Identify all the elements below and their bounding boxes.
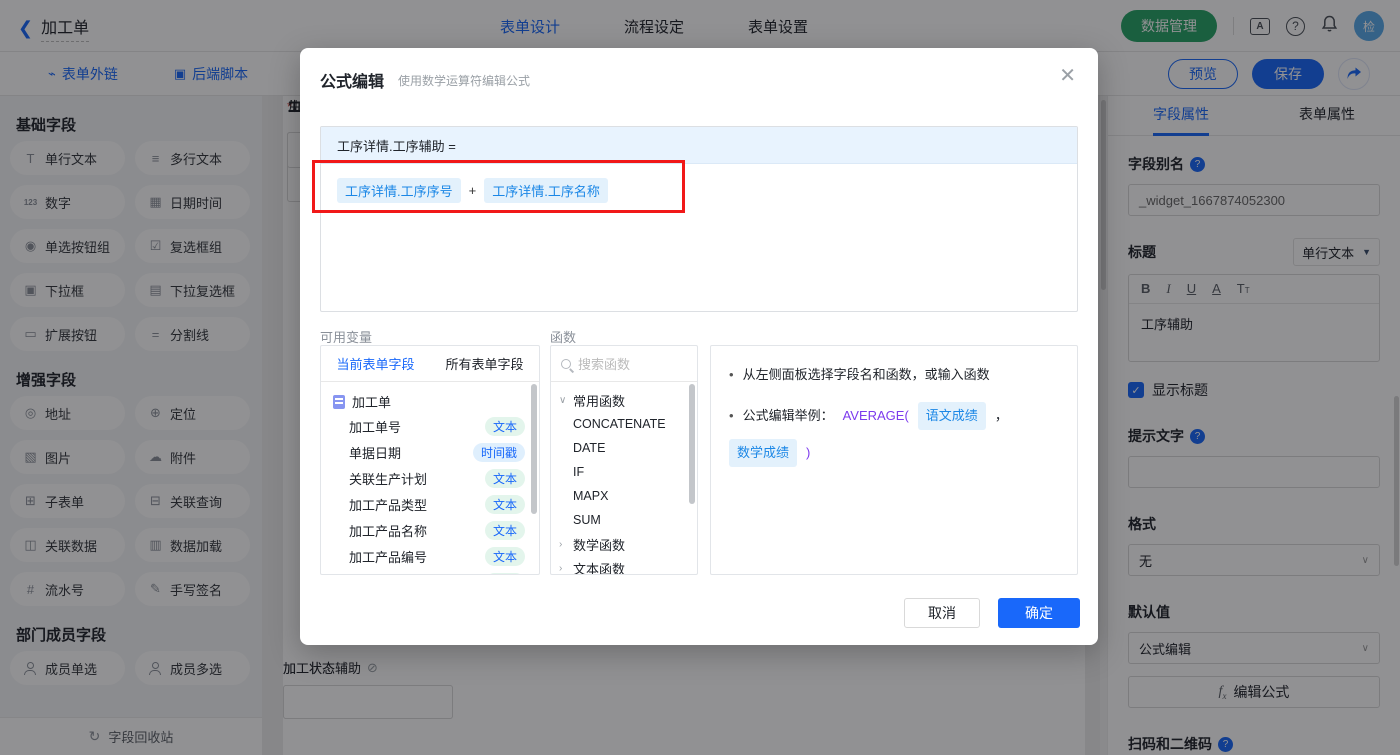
function-list: ∨ 常用函数 CONCATENATE DATE IF MAPX SUM › 数学函数 <box>551 382 697 575</box>
function-search-placeholder: 搜索函数 <box>578 357 631 372</box>
variable-name: 加工产品名称 <box>349 523 428 539</box>
function-group-name: 文本函数 <box>573 561 626 575</box>
function-items: CONCATENATE DATE IF MAPX SUM <box>551 412 697 532</box>
variable-rows: 加工单号 文本 单据日期 时间戳 关联生产计划 文本 加工产品类型 文本 加工产… <box>321 413 539 574</box>
variable-name: 单据日期 <box>349 445 402 461</box>
variable-row[interactable]: 加工产品类型 文本 <box>321 491 539 517</box>
variable-row[interactable]: 关联生产计划 文本 <box>321 465 539 491</box>
hint-arg-chip: 语文成绩 <box>917 402 986 430</box>
functions-panel: 搜索函数 ∨ 常用函数 CONCATENATEDATEIFMAPXSUM <box>550 345 698 575</box>
hint-arg-chip: 数学成绩 <box>729 439 798 467</box>
function-item[interactable]: IF <box>551 460 697 484</box>
search-icon <box>561 358 571 369</box>
variable-row[interactable]: 加工单号 文本 <box>321 413 539 439</box>
variable-row[interactable]: 加工产品编号 文本 <box>321 543 539 569</box>
function-item[interactable]: DATE <box>551 436 697 460</box>
variable-row[interactable]: 文本 <box>321 569 539 574</box>
confirm-button[interactable]: 确定 <box>998 598 1080 628</box>
function-group: › 文本函数 <box>551 556 697 575</box>
variables-tab[interactable]: 当前表单字段 <box>336 354 414 373</box>
hint-function-name: AVERAGE( <box>842 408 909 423</box>
variables-panel: 当前表单字段 所有表单字段 加工单 加工单号 文本 单据日期 时间戳 关联生产计… <box>320 345 540 575</box>
variable-type-badge: 文本 <box>484 520 525 540</box>
function-group-name: 数学函数 <box>573 537 626 553</box>
variable-type-badge: 时间戳 <box>472 442 525 462</box>
app-root: ❮ 加工单 表单设计 流程设定 表单设置 数据管理 A ? 检 ⌁ 表单外链 ▣ 后… <box>0 0 1400 755</box>
variable-row[interactable]: 单据日期 时间戳 <box>321 439 539 465</box>
hint-line-1: • 从左侧面板选择字段名和函数，或输入函数 <box>729 364 1059 386</box>
variables-tab-bar: 当前表单字段 所有表单字段 <box>321 346 539 382</box>
variable-name: 加工单号 <box>349 419 402 435</box>
variable-type-badge: 文本 <box>484 572 525 574</box>
close-icon[interactable]: ✕ <box>1059 66 1076 86</box>
cancel-button[interactable]: 取消 <box>904 598 980 628</box>
hint-line-2: • 公式编辑举例： AVERAGE( 语文成绩 ， 数学成绩 ) <box>729 402 1059 467</box>
function-group-row[interactable]: › 数学函数 <box>551 532 697 556</box>
bullet-icon: • <box>729 367 734 382</box>
function-group: › 数学函数 <box>551 532 697 556</box>
formula-edit-modal: 公式编辑 使用数学运算符编辑公式 ✕ 工序详情.工序辅助 = 工序详情.工序序号… <box>300 48 1098 645</box>
variable-name: 关联生产计划 <box>349 471 428 487</box>
functions-scrollbar-thumb[interactable] <box>689 384 695 504</box>
function-group-row[interactable]: ∨ 常用函数 <box>551 388 697 412</box>
variable-type-badge: 文本 <box>484 546 525 566</box>
function-groups: ∨ 常用函数 CONCATENATE DATE IF MAPX SUM › 数学函数 <box>551 388 697 575</box>
chevron-icon: › <box>559 562 563 574</box>
hint-text-1: 从左侧面板选择字段名和函数，或输入函数 <box>742 367 990 382</box>
variable-name: 加工产品类型 <box>349 497 428 513</box>
variables-tab[interactable]: 所有表单字段 <box>445 354 523 373</box>
variable-row[interactable]: 加工产品名称 文本 <box>321 517 539 543</box>
form-tree-root[interactable]: 加工单 <box>321 382 539 413</box>
hint-example-prefix: 公式编辑举例： <box>742 408 834 423</box>
variables-label: 可用变量 <box>320 330 373 345</box>
modal-header: 公式编辑 使用数学运算符编辑公式 <box>300 48 1098 108</box>
form-doc-icon <box>333 394 345 409</box>
function-group-row[interactable]: › 文本函数 <box>551 556 697 575</box>
function-item[interactable]: MAPX <box>551 484 697 508</box>
formula-operator: + <box>468 183 477 198</box>
function-group-name: 常用函数 <box>573 393 626 409</box>
function-search[interactable]: 搜索函数 <box>551 346 697 382</box>
chevron-icon: ∨ <box>559 394 567 406</box>
hint-panel: • 从左侧面板选择字段名和函数，或输入函数 • 公式编辑举例： AVERAGE(… <box>710 345 1078 575</box>
formula-editor[interactable]: 工序详情.工序辅助 = 工序详情.工序序号 + 工序详情.工序名称 <box>320 126 1078 312</box>
formula-target: 工序详情.工序辅助 = <box>321 127 1077 164</box>
variable-type-badge: 文本 <box>484 416 525 436</box>
variable-type-badge: 文本 <box>484 468 525 488</box>
variable-type-badge: 文本 <box>484 494 525 514</box>
chevron-icon: › <box>559 538 563 550</box>
bullet-icon: • <box>729 408 734 423</box>
variables-list: 加工单 加工单号 文本 单据日期 时间戳 关联生产计划 文本 加工产品类型 文本… <box>321 382 539 574</box>
function-item[interactable]: CONCATENATE <box>551 412 697 436</box>
modal-footer: 取消 确定 <box>904 598 1080 628</box>
variable-name: 加工产品编号 <box>349 549 428 565</box>
modal-title: 公式编辑 <box>320 74 385 91</box>
variables-scrollbar-thumb[interactable] <box>531 384 537 514</box>
formula-expression[interactable]: 工序详情.工序序号 + 工序详情.工序名称 <box>321 164 1077 217</box>
formula-token[interactable]: 工序详情.工序名称 <box>484 178 608 203</box>
formula-token[interactable]: 工序详情.工序序号 <box>337 178 461 203</box>
hint-function-close: ) <box>806 445 811 460</box>
form-tree-root-label: 加工单 <box>352 395 392 410</box>
hint-comma: ， <box>994 408 1008 423</box>
modal-subtitle: 使用数学运算符编辑公式 <box>398 73 531 88</box>
functions-label: 函数 <box>550 330 577 345</box>
function-item[interactable]: SUM <box>551 508 697 532</box>
function-group: ∨ 常用函数 CONCATENATE DATE IF MAPX SUM <box>551 388 697 532</box>
